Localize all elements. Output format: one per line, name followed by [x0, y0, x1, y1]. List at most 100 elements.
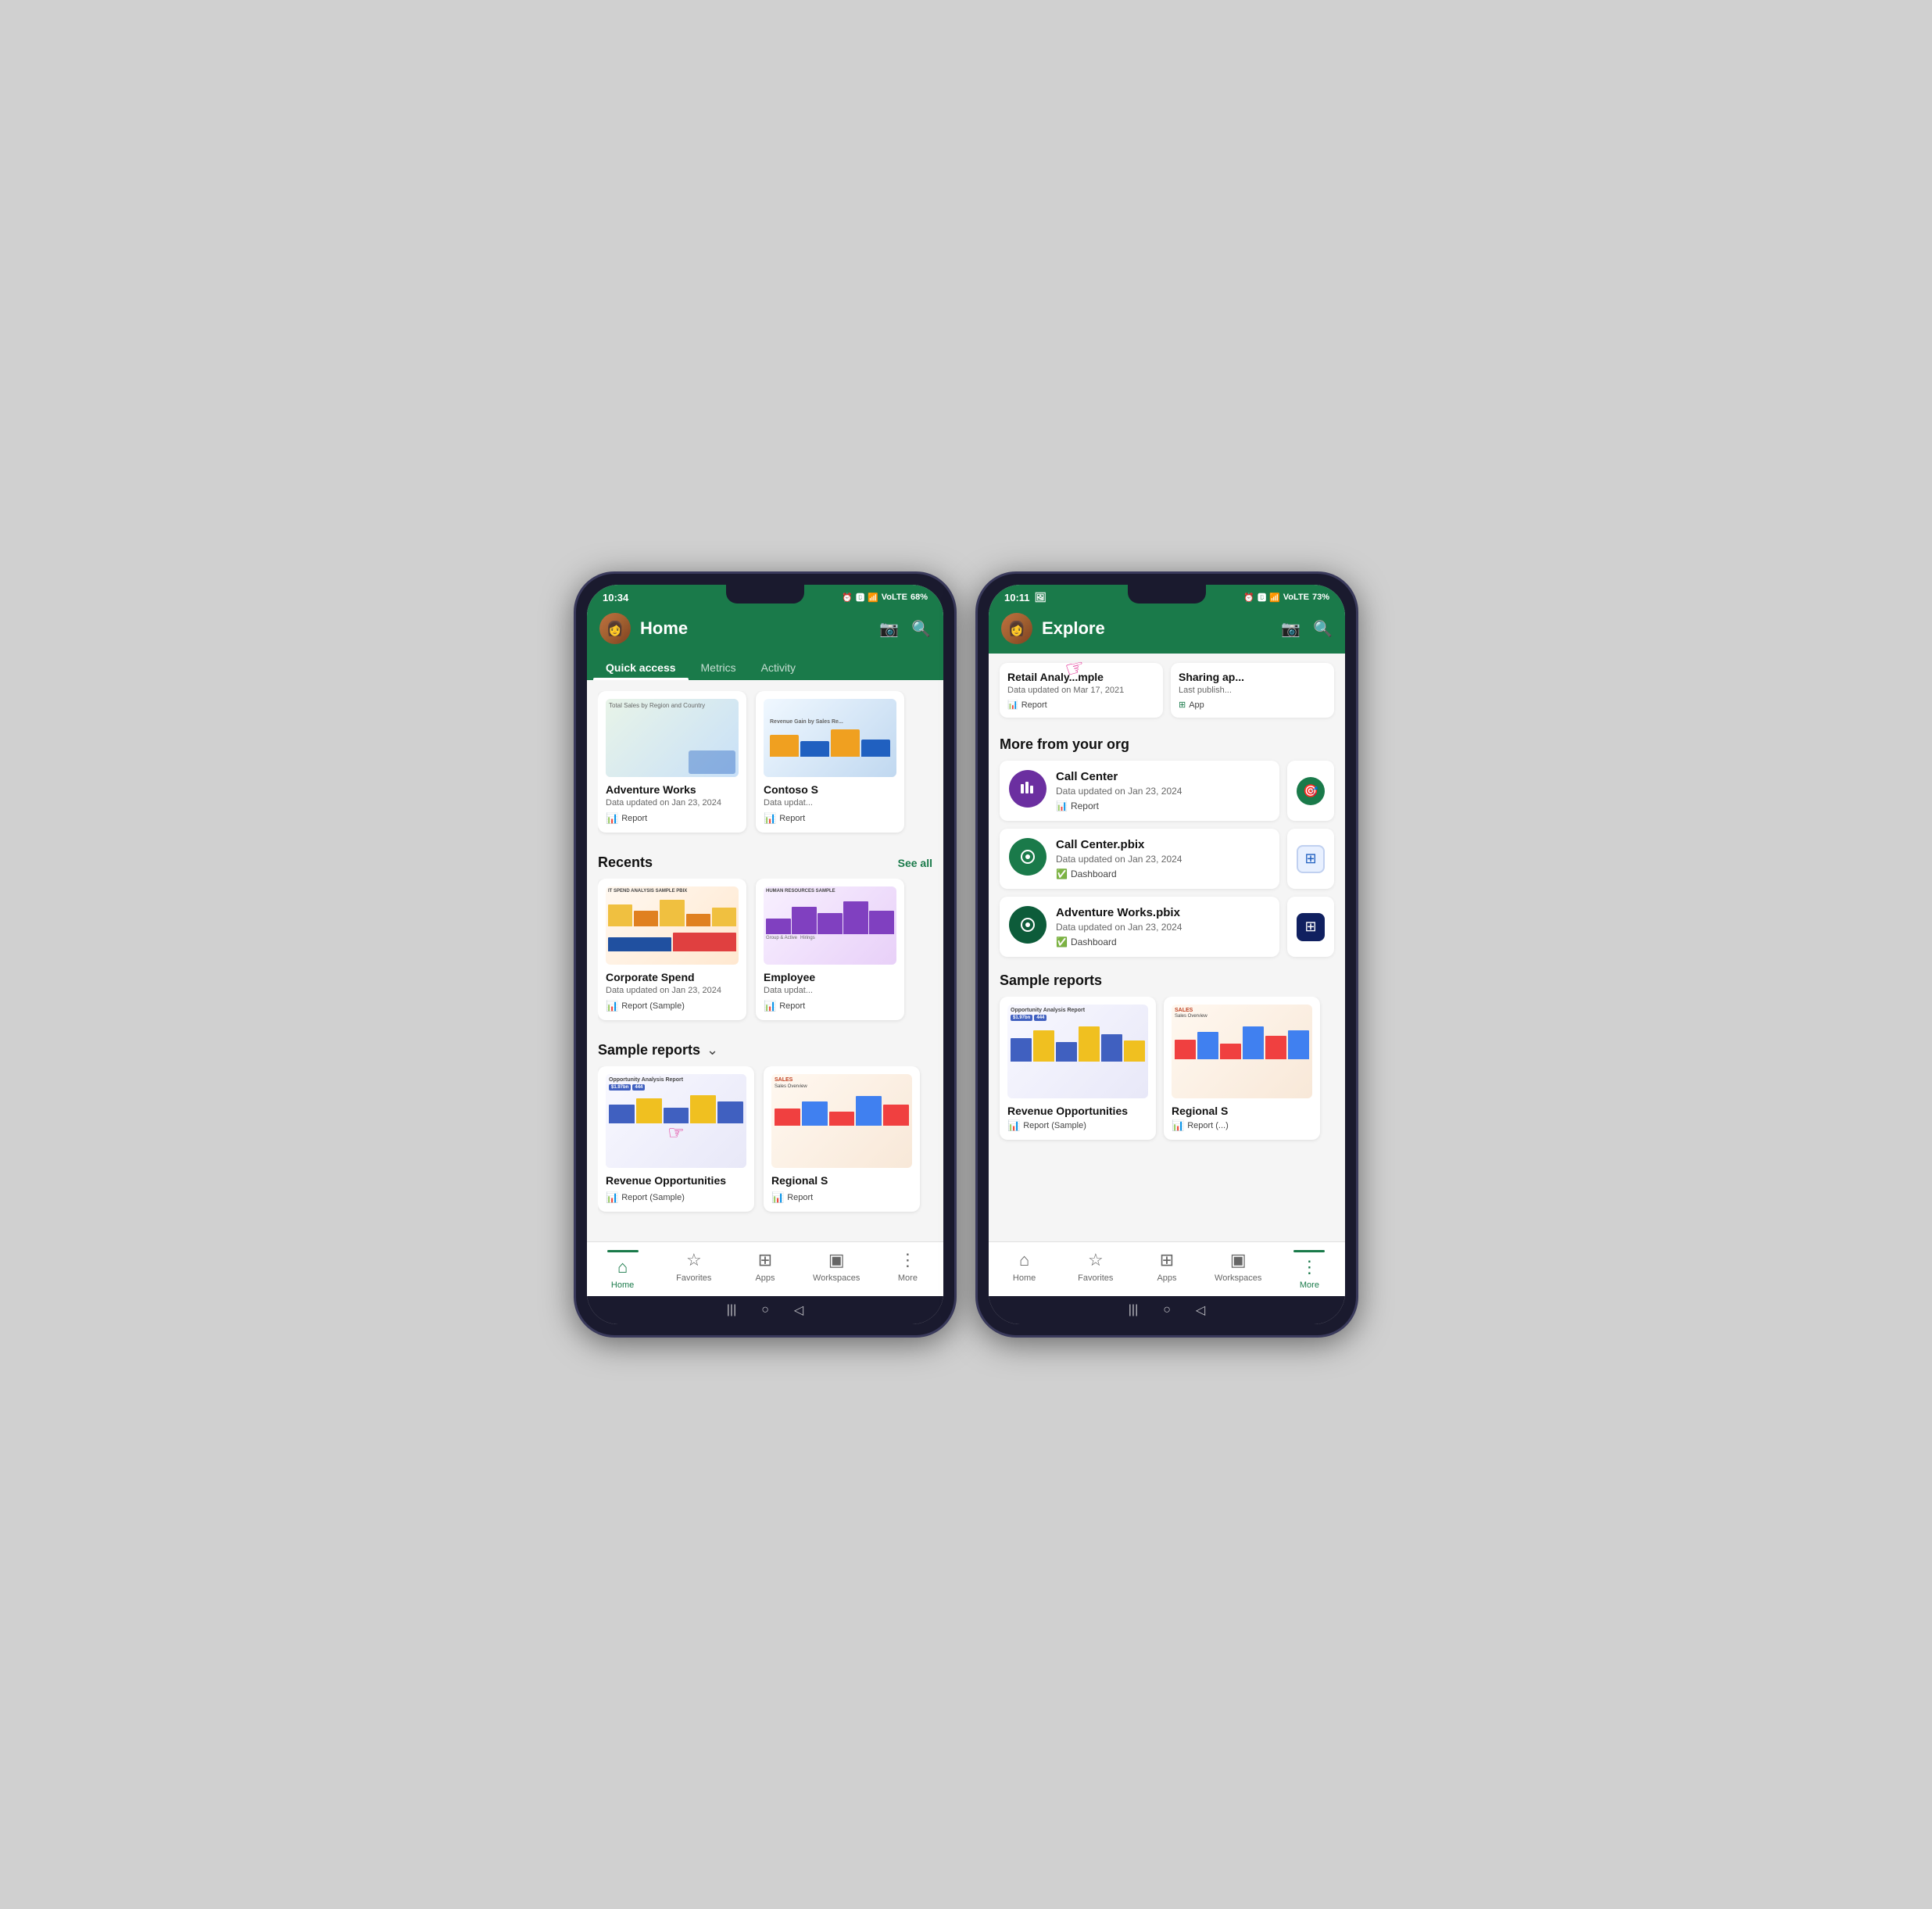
- tab-activity[interactable]: Activity: [749, 654, 808, 680]
- nav-apps-2[interactable]: ⊞ Apps: [1131, 1242, 1202, 1296]
- sample-regional-card-2[interactable]: SALES Sales Overview: [1164, 997, 1320, 1140]
- sample-reports-row-2: Opportunity Analysis Report $1.97bn 444: [989, 997, 1345, 1151]
- nav-home-2[interactable]: ⌂ Home: [989, 1242, 1060, 1296]
- search-icon-2[interactable]: 🔍: [1313, 619, 1333, 639]
- nav-home-label-2: Home: [1013, 1273, 1036, 1283]
- app-header-2: 👩 Explore 📷 🔍: [989, 607, 1345, 654]
- tab-quick-access[interactable]: Quick access: [593, 654, 689, 680]
- bluetooth-icon: 🅱: [856, 591, 864, 604]
- notch: [726, 585, 804, 604]
- sample-cards: Opportunity Analysis Report $1.97bn 444: [598, 1066, 932, 1223]
- dashboard-icon-2: ✅: [1056, 937, 1068, 947]
- adventure-works-card[interactable]: Adventure Works.pbix Data updated on Jan…: [1000, 897, 1279, 957]
- nav-home[interactable]: ⌂ Home: [587, 1242, 658, 1296]
- header-icons: 📷 🔍: [879, 619, 931, 639]
- call-center-pbix-name: Call Center.pbix: [1056, 838, 1270, 851]
- page-title: Home: [640, 618, 870, 639]
- sample-icon-1: 📊: [606, 1191, 618, 1204]
- nav-apps[interactable]: ⊞ Apps: [729, 1242, 800, 1296]
- sample-card-revenue[interactable]: Opportunity Analysis Report $1.97bn 444: [598, 1066, 754, 1212]
- recents-cards: IT SPEND ANALYSIS SAMPLE PBIX: [598, 879, 932, 1031]
- org-right-icon-2: ⊞: [1297, 845, 1325, 873]
- home-button[interactable]: ○: [761, 1303, 769, 1317]
- nav-workspaces[interactable]: ▣ Workspaces: [801, 1242, 872, 1296]
- home-icon-2: ⌂: [1019, 1250, 1029, 1270]
- see-all-button[interactable]: See all: [898, 857, 932, 869]
- nav-favorites-label: Favorites: [676, 1273, 711, 1283]
- sample-card-regional[interactable]: SALES Sales Overview: [764, 1066, 920, 1212]
- back-button[interactable]: |||: [727, 1303, 736, 1317]
- sample-revenue-card-2[interactable]: Opportunity Analysis Report $1.97bn 444: [1000, 997, 1156, 1140]
- nav-more-label-2: More: [1300, 1280, 1319, 1290]
- org-right-3[interactable]: ⊞: [1287, 897, 1334, 957]
- nav-workspaces-2[interactable]: ▣ Workspaces: [1203, 1242, 1274, 1296]
- nav-favorites-2[interactable]: ☆ Favorites: [1060, 1242, 1131, 1296]
- adventure-works-info: Adventure Works.pbix Data updated on Jan…: [1056, 906, 1270, 947]
- org-row-1: Call Center Data updated on Jan 23, 2024…: [1000, 761, 1334, 821]
- call-center-pbix-icon: [1009, 838, 1046, 876]
- nav-more[interactable]: ⋮ More: [872, 1242, 943, 1296]
- recents-header: Recents See all: [598, 854, 932, 871]
- time-2: 10:11: [1004, 592, 1030, 604]
- retail-card[interactable]: ☞ Retail Analy...mple Data updated on Ma…: [1000, 663, 1163, 718]
- camera-icon-2[interactable]: 📷: [1281, 619, 1301, 639]
- back-button-2[interactable]: |||: [1129, 1303, 1138, 1317]
- recent-button[interactable]: ◁: [794, 1302, 803, 1318]
- card-type-2: 📊 Report: [764, 812, 896, 825]
- sample-regional-thumb-2: SALES Sales Overview: [1172, 1005, 1312, 1098]
- signal-icon: VoLTE: [882, 593, 907, 602]
- recent-card-employee[interactable]: HUMAN RESOURCES SAMPLE: [756, 879, 904, 1020]
- page-title-2: Explore: [1042, 618, 1272, 639]
- retail-report-icon: 📊: [1007, 700, 1018, 710]
- call-center-pbix-subtitle: Data updated on Jan 23, 2024: [1056, 854, 1270, 865]
- report-icon-2: 📊: [764, 812, 776, 825]
- app-icon: ⊞: [1179, 700, 1186, 710]
- call-center-card[interactable]: Call Center Data updated on Jan 23, 2024…: [1000, 761, 1279, 821]
- alarm-icon: ⏰: [842, 593, 853, 603]
- more-icon-2: ⋮: [1301, 1257, 1318, 1277]
- org-right-2[interactable]: ⊞: [1287, 829, 1334, 889]
- corporate-thumb: IT SPEND ANALYSIS SAMPLE PBIX: [606, 886, 739, 965]
- sample-regional-title-2: Regional S: [1172, 1105, 1312, 1117]
- search-icon[interactable]: 🔍: [911, 619, 931, 639]
- avatar: 👩: [599, 613, 631, 644]
- org-right-1[interactable]: 🎯: [1287, 761, 1334, 821]
- org-items: Call Center Data updated on Jan 23, 2024…: [989, 761, 1345, 957]
- recent-type-2: 📊 Report: [764, 1000, 896, 1012]
- alarm-icon-2: ⏰: [1243, 593, 1254, 603]
- map-chart: Total Sales by Region and Country: [606, 699, 739, 777]
- more-icon: ⋮: [899, 1250, 916, 1270]
- call-center-icon: [1009, 770, 1046, 808]
- apps-icon-2: ⊞: [1160, 1250, 1174, 1270]
- sample-reports-title: Sample reports: [598, 1042, 700, 1058]
- recent-button-2[interactable]: ◁: [1196, 1302, 1205, 1318]
- tab-metrics[interactable]: Metrics: [689, 654, 749, 680]
- wifi-icon-2: 📶: [1269, 593, 1280, 603]
- sample-reports-section: Sample reports ⌄ Opportunity Analysis Re…: [587, 1031, 943, 1223]
- nav-favorites[interactable]: ☆ Favorites: [658, 1242, 729, 1296]
- sharing-card[interactable]: Sharing ap... Last publish... ⊞ App: [1171, 663, 1334, 718]
- main-content: Total Sales by Region and Country Advent…: [587, 680, 943, 1241]
- call-center-type: 📊 Report: [1056, 800, 1270, 811]
- org-row-2: Call Center.pbix Data updated on Jan 23,…: [1000, 829, 1334, 889]
- quick-card-contoso[interactable]: Revenue Gain by Sales Re...: [756, 691, 904, 833]
- call-center-pbix-type: ✅ Dashboard: [1056, 869, 1270, 879]
- avatar-image: 👩: [599, 613, 631, 644]
- recent-card-corporate[interactable]: IT SPEND ANALYSIS SAMPLE PBIX: [598, 879, 746, 1020]
- time: 10:34: [603, 592, 628, 604]
- card-subtitle-2: Data updat...: [764, 798, 896, 808]
- quick-card-adventure-works[interactable]: Total Sales by Region and Country Advent…: [598, 691, 746, 833]
- call-center-subtitle: Data updated on Jan 23, 2024: [1056, 786, 1270, 797]
- call-center-pbix-info: Call Center.pbix Data updated on Jan 23,…: [1056, 838, 1270, 879]
- phone-inner: 10:34 ⏰ 🅱 📶 VoLTE 68% 👩 Home 📷 🔍: [587, 585, 943, 1324]
- card-subtitle-1: Data updated on Jan 23, 2024: [606, 798, 739, 808]
- quick-access-section: Total Sales by Region and Country Advent…: [587, 680, 943, 843]
- nav-more-2[interactable]: ⋮ More: [1274, 1242, 1345, 1296]
- home-icon: ⌂: [617, 1257, 628, 1277]
- sharing-subtitle: Last publish...: [1179, 686, 1326, 695]
- sample-regional-type-2: 📊 Report (...): [1172, 1119, 1312, 1132]
- call-center-pbix-card[interactable]: Call Center.pbix Data updated on Jan 23,…: [1000, 829, 1279, 889]
- camera-icon[interactable]: 📷: [879, 619, 899, 639]
- home-button-2[interactable]: ○: [1163, 1303, 1171, 1317]
- active-bar-2: [1293, 1250, 1325, 1252]
